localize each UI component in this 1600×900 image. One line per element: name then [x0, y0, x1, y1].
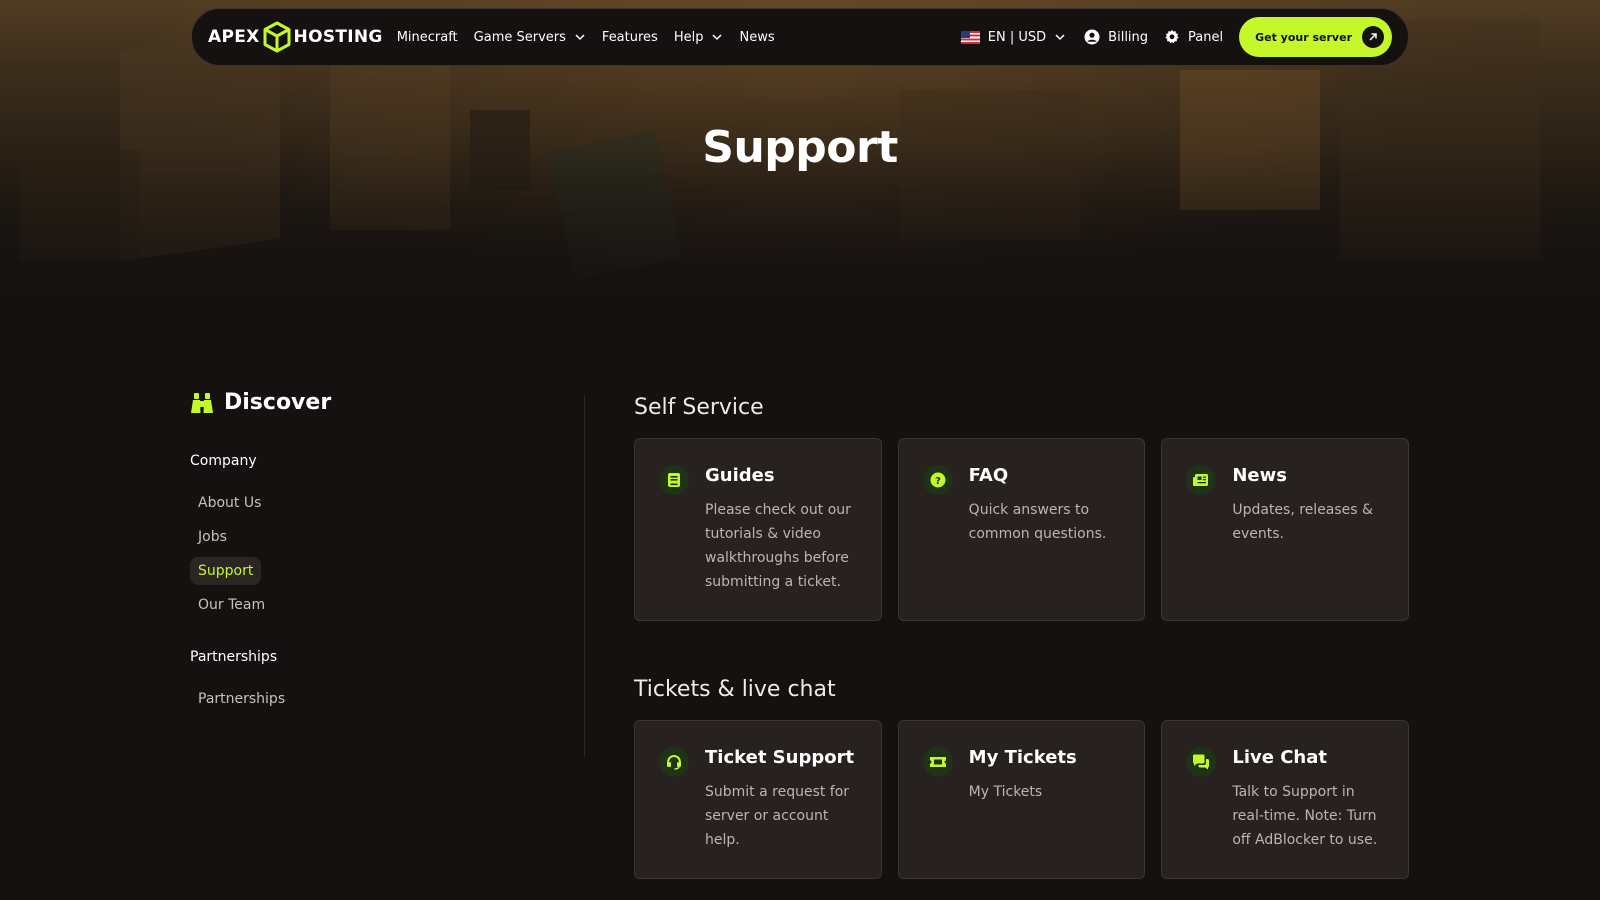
question-icon: ?: [922, 465, 953, 495]
user-circle-icon: [1084, 29, 1100, 45]
card-title: News: [1232, 465, 1287, 486]
sidebar-group-company: Company: [190, 453, 257, 469]
nav-help[interactable]: Help: [674, 30, 724, 45]
card-news[interactable]: News Updates, releases & events.: [1161, 438, 1410, 621]
nav-label: Features: [601, 29, 658, 45]
top-nav: APEX HOSTING Minecraft Game Servers Feat…: [191, 8, 1409, 66]
card-title: Guides: [705, 465, 775, 486]
sidebar: Discover Company About Us Jobs Support O…: [190, 390, 570, 713]
lang-currency-label: EN | USD: [987, 29, 1047, 45]
sidebar-divider: [584, 395, 585, 757]
logo-text-right: HOSTING: [293, 27, 383, 47]
card-title: Ticket Support: [705, 747, 855, 768]
logo[interactable]: APEX HOSTING: [208, 21, 383, 53]
card-live-chat[interactable]: Live Chat Talk to Support in real-time. …: [1161, 720, 1410, 879]
chevron-down-icon: [712, 34, 722, 41]
cta-label: Get your server: [1255, 30, 1352, 44]
card-title: My Tickets: [968, 747, 1077, 768]
book-icon: [659, 465, 689, 495]
card-text: Submit a request for server or account h…: [705, 784, 850, 848]
nav-minecraft[interactable]: Minecraft: [397, 30, 458, 45]
nav-features[interactable]: Features: [602, 30, 658, 45]
billing-link[interactable]: Billing: [1084, 29, 1148, 45]
section-title-tickets: Tickets & live chat: [634, 677, 836, 702]
us-flag-icon: [960, 30, 980, 44]
svg-text:?: ?: [935, 476, 941, 487]
card-title: Live Chat: [1232, 747, 1327, 768]
card-faq[interactable]: ? FAQ Quick answers to common questions.: [897, 438, 1146, 621]
card-text: My Tickets: [968, 784, 1043, 800]
card-text: Quick answers to common questions.: [968, 502, 1107, 542]
newspaper-icon: [1186, 465, 1217, 495]
tickets-cards: Ticket Support Submit a request for serv…: [634, 720, 1410, 879]
main-content: Self Service Guides Please check out our…: [634, 395, 1410, 879]
nav-label: News: [739, 29, 775, 45]
section-title-self-service: Self Service: [634, 395, 764, 420]
card-text: Talk to Support in real-time. Note: Turn…: [1232, 784, 1378, 848]
nav-news[interactable]: News: [739, 30, 774, 45]
panel-label: Panel: [1188, 29, 1224, 45]
card-my-tickets[interactable]: My Tickets My Tickets: [897, 720, 1146, 879]
headset-icon: [659, 747, 689, 777]
card-text: Please check out our tutorials & video w…: [705, 502, 851, 590]
ticket-icon: [922, 747, 953, 777]
card-guides[interactable]: Guides Please check out our tutorials & …: [634, 438, 882, 621]
cube-logo-icon: [263, 21, 291, 53]
language-currency-selector[interactable]: EN | USD: [960, 29, 1066, 45]
gear-icon: [1165, 29, 1179, 44]
nav-game-servers[interactable]: Game Servers: [474, 30, 586, 45]
nav-label: Help: [673, 29, 704, 45]
panel-link[interactable]: Panel: [1164, 29, 1223, 45]
chevron-down-icon: [575, 34, 585, 41]
discover-label: Discover: [224, 390, 332, 415]
card-title: FAQ: [968, 465, 1009, 486]
sidebar-heading: Discover: [190, 390, 570, 415]
page-title: Support: [702, 122, 898, 173]
card-ticket-support[interactable]: Ticket Support Submit a request for serv…: [634, 720, 882, 879]
card-text: Updates, releases & events.: [1232, 502, 1373, 542]
get-your-server-button[interactable]: Get your server: [1239, 17, 1392, 57]
logo-text-left: APEX: [208, 27, 260, 47]
chat-icon: [1186, 747, 1217, 777]
chevron-down-icon: [1055, 34, 1065, 41]
nav-label: Minecraft: [396, 29, 458, 45]
sidebar-item-partnerships[interactable]: Partnerships: [190, 685, 293, 713]
self-service-cards: Guides Please check out our tutorials & …: [634, 438, 1410, 621]
arrow-up-right-icon: [1362, 26, 1384, 48]
billing-label: Billing: [1108, 29, 1149, 45]
sidebar-group-partnerships: Partnerships: [190, 649, 278, 665]
binoculars-icon: [191, 392, 213, 413]
sidebar-item-our-team[interactable]: Our Team: [190, 591, 273, 619]
nav-label: Game Servers: [473, 29, 566, 45]
